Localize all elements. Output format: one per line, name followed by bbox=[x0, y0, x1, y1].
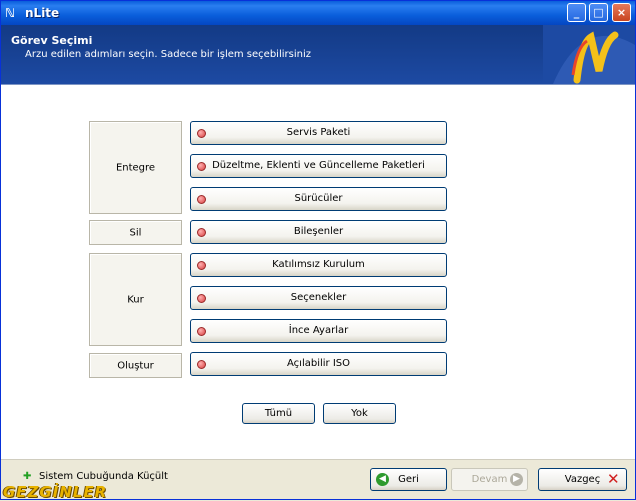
task-label: Seçenekler bbox=[290, 292, 347, 303]
status-dot-icon bbox=[197, 129, 206, 138]
group-entegre: Entegre bbox=[89, 121, 182, 214]
back-label: Geri bbox=[398, 474, 419, 485]
close-button[interactable]: × bbox=[612, 3, 631, 22]
task-servis-paketi-button[interactable]: Servis Paketi bbox=[190, 121, 447, 145]
task-label: Bileşenler bbox=[293, 226, 344, 237]
status-dot-icon bbox=[197, 195, 206, 204]
arrow-right-icon: ▶ bbox=[510, 473, 523, 486]
group-olustur: Oluştur bbox=[89, 353, 182, 378]
group-sil: Sil bbox=[89, 220, 182, 245]
wizard-header: Görev Seçimi Arzu edilen adımları seçin.… bbox=[1, 25, 635, 85]
title-bar[interactable]: ℕ nLite _ □ × bbox=[1, 1, 635, 25]
cancel-button[interactable]: Vazgeç ✕ bbox=[538, 468, 627, 491]
tray-minimize-checkbox[interactable]: ✚ Sistem Cubuğunda Küçült bbox=[23, 471, 168, 483]
nlite-window: ℕ nLite _ □ × Görev Seçimi Arzu edilen a… bbox=[0, 0, 636, 501]
task-label: İnce Ayarlar bbox=[288, 325, 349, 336]
back-button[interactable]: ◀ Geri bbox=[370, 468, 447, 491]
task-label: Açılabilir ISO bbox=[287, 358, 350, 369]
task-duzeltme-button[interactable]: Düzeltme, Eklenti ve Güncelleme Paketler… bbox=[190, 154, 447, 178]
arrow-left-icon: ◀ bbox=[376, 473, 389, 486]
status-dot-icon bbox=[197, 294, 206, 303]
task-suruculer-button[interactable]: Sürücüler bbox=[190, 187, 447, 211]
select-all-button[interactable]: Tümü bbox=[242, 403, 315, 424]
status-dot-icon bbox=[197, 228, 206, 237]
task-label: Düzeltme, Eklenti ve Güncelleme Paketler… bbox=[212, 160, 425, 171]
page-subtitle: Arzu edilen adımları seçin. Sadece bir i… bbox=[25, 49, 311, 60]
group-label: Kur bbox=[127, 294, 144, 305]
status-dot-icon bbox=[197, 360, 206, 369]
select-none-button[interactable]: Yok bbox=[323, 403, 396, 424]
task-bilesenler-button[interactable]: Bileşenler bbox=[190, 220, 447, 244]
task-label: Sürücüler bbox=[294, 193, 343, 204]
group-label: Entegre bbox=[115, 162, 156, 173]
status-dot-icon bbox=[197, 162, 206, 171]
task-label: Katılımsız Kurulum bbox=[272, 259, 365, 270]
minimize-button[interactable]: _ bbox=[567, 3, 586, 22]
status-dot-icon bbox=[197, 327, 206, 336]
watermark-logo: GEZGİNLER bbox=[3, 483, 108, 501]
nlite-logo-icon bbox=[543, 25, 635, 84]
task-katilimsiz-kurulum-button[interactable]: Katılımsız Kurulum bbox=[190, 253, 447, 277]
group-label: Sil bbox=[129, 227, 142, 238]
status-dot-icon bbox=[197, 261, 206, 270]
task-secenekler-button[interactable]: Seçenekler bbox=[190, 286, 447, 310]
next-label: Devam bbox=[471, 474, 508, 485]
next-button[interactable]: Devam ▶ bbox=[451, 468, 528, 491]
tray-minimize-label: Sistem Cubuğunda Küçült bbox=[39, 471, 168, 482]
nlite-icon: ℕ bbox=[5, 6, 16, 20]
maximize-button[interactable]: □ bbox=[589, 3, 608, 22]
cancel-label: Vazgeç bbox=[564, 474, 601, 485]
window-title: nLite bbox=[25, 6, 60, 20]
group-kur: Kur bbox=[89, 253, 182, 346]
group-label: Oluştur bbox=[117, 360, 154, 371]
checkmark-icon: ✚ bbox=[23, 471, 32, 482]
task-label: Servis Paketi bbox=[286, 127, 351, 138]
close-x-icon: ✕ bbox=[607, 470, 620, 488]
page-title: Görev Seçimi bbox=[11, 34, 93, 47]
task-acilabilir-iso-button[interactable]: Açılabilir ISO bbox=[190, 352, 447, 376]
task-ince-ayarlar-button[interactable]: İnce Ayarlar bbox=[190, 319, 447, 343]
